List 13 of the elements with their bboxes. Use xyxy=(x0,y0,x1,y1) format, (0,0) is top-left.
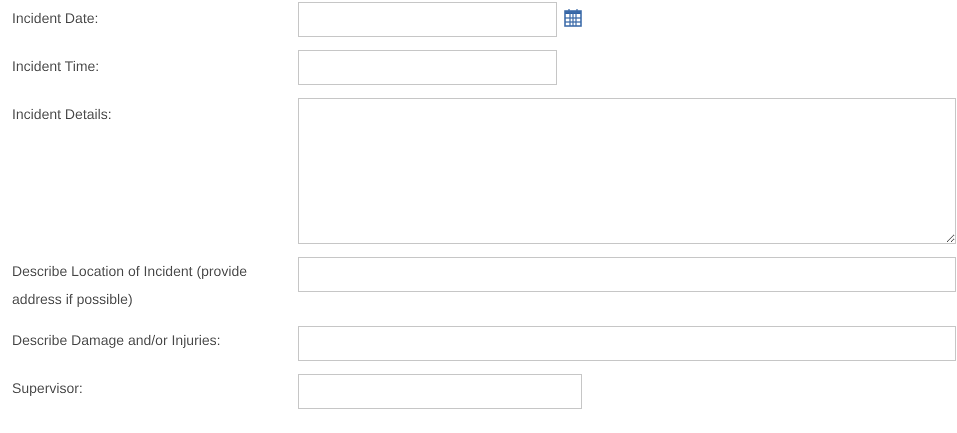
input-field[interactable] xyxy=(298,50,557,85)
date-field[interactable] xyxy=(298,2,557,37)
input-field[interactable] xyxy=(298,326,956,361)
field-label: Incident Date: xyxy=(12,9,100,28)
field-label: Incident Details: xyxy=(12,105,113,124)
field-label: Supervisor: xyxy=(12,379,84,398)
field-label: Describe Location of Incident (provide address if possible) xyxy=(12,262,248,309)
field-label: Incident Time: xyxy=(12,57,100,76)
calendar-icon[interactable] xyxy=(563,8,583,28)
field-label: Describe Damage and/or Injuries: xyxy=(12,331,222,350)
input-field[interactable] xyxy=(298,257,956,292)
text-area[interactable] xyxy=(298,98,956,244)
input-field[interactable] xyxy=(298,374,582,409)
